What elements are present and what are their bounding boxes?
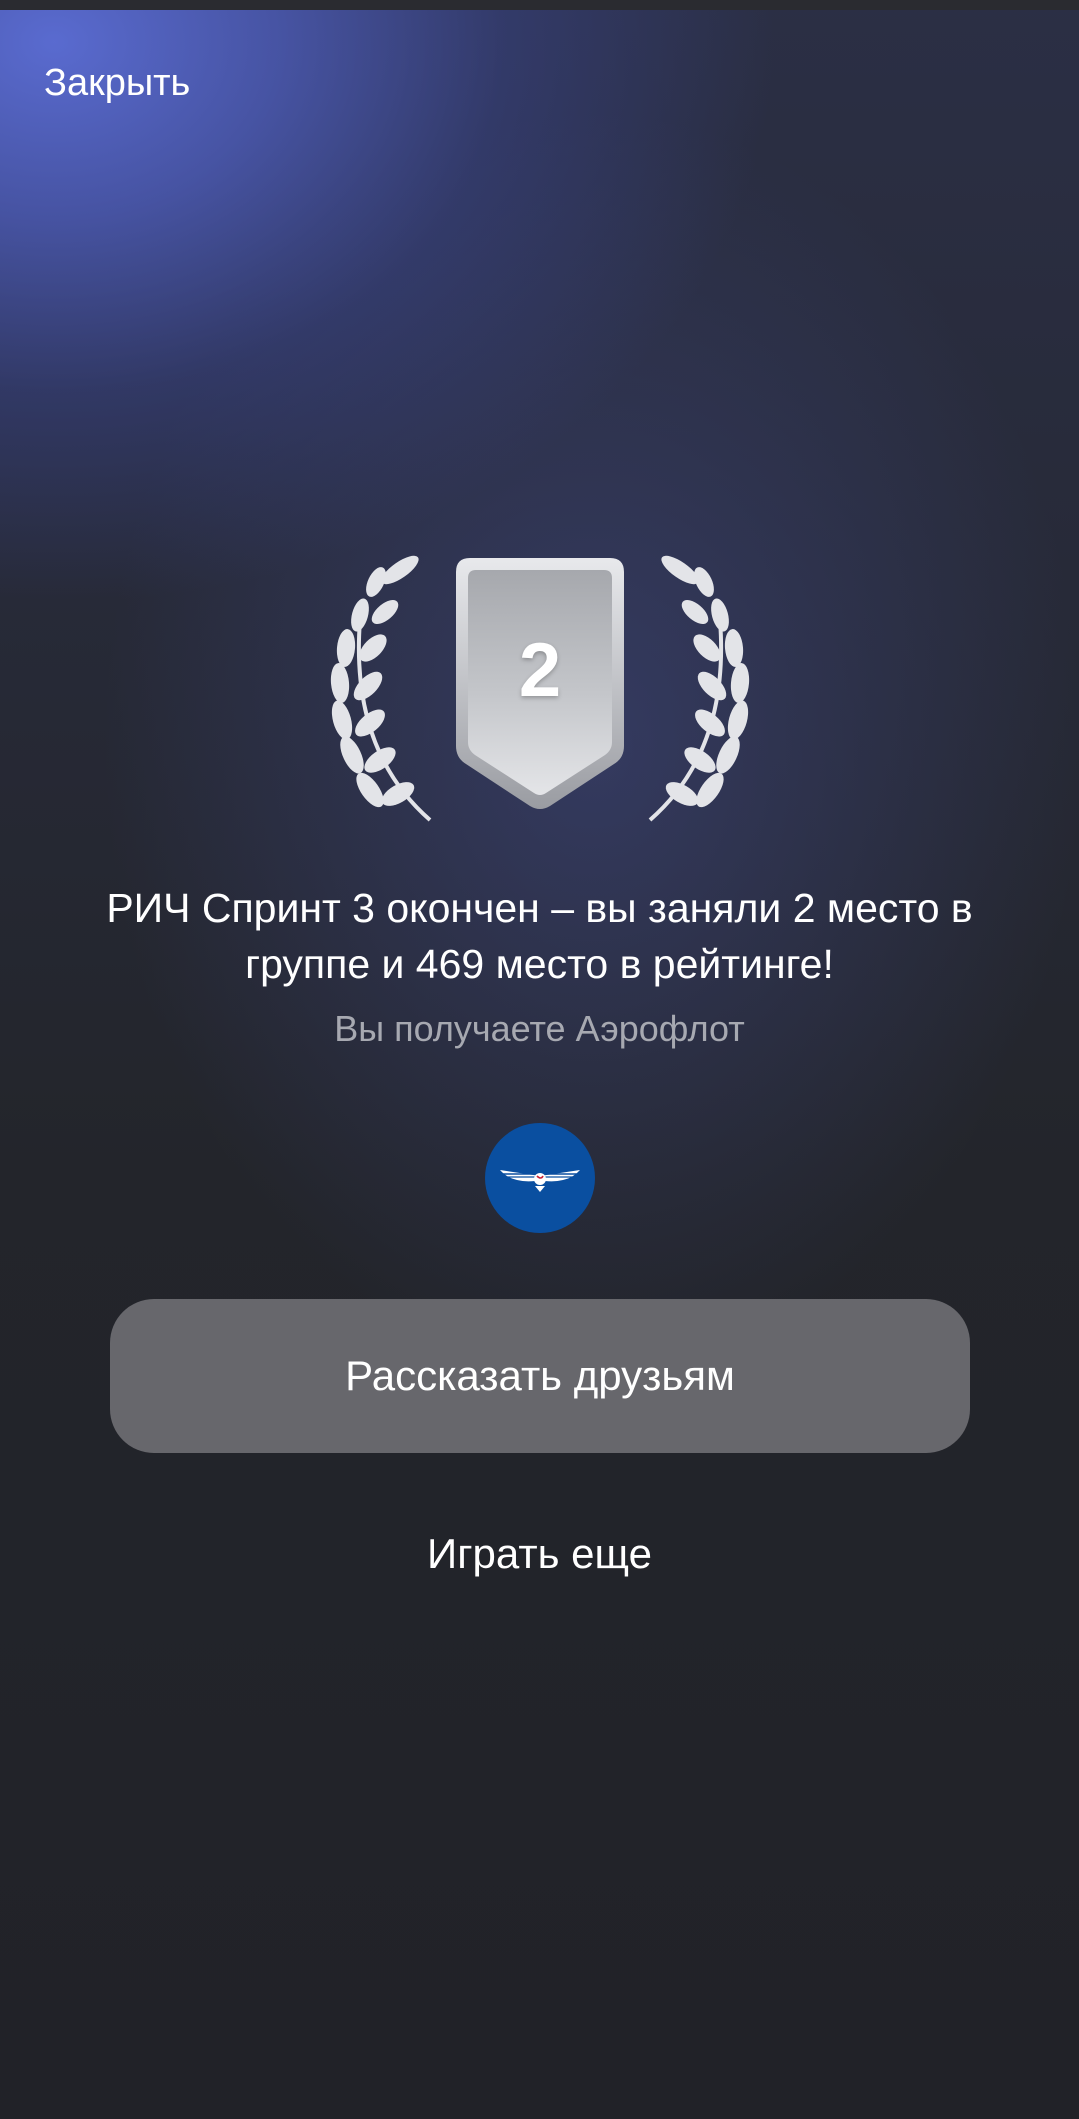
close-button[interactable]: Закрыть [44, 62, 190, 105]
place-number: 2 [518, 627, 562, 713]
status-bar [0, 0, 1079, 10]
result-headline: РИЧ Спринт 3 окончен – вы заняли 2 место… [106, 885, 973, 987]
award-emblem: 2 [330, 550, 750, 830]
play-again-button[interactable]: Играть еще [300, 1530, 779, 1578]
aeroflot-logo-icon [485, 1123, 595, 1233]
reward-text: Вы получаете Аэрофлот [334, 1008, 745, 1049]
share-with-friends-button[interactable]: Рассказать друзьям [110, 1299, 970, 1453]
